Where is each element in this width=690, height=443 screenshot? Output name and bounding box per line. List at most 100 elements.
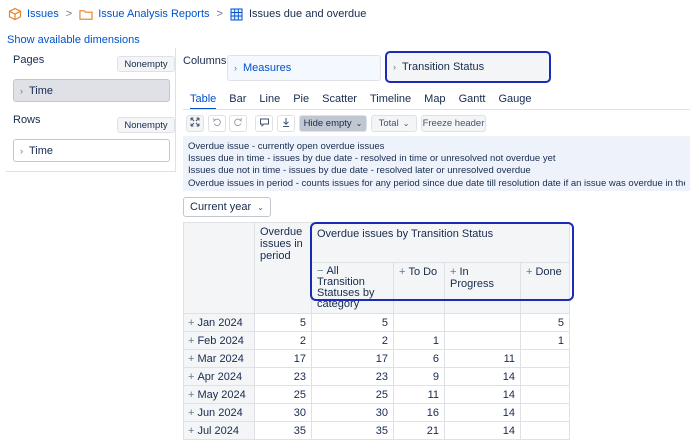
hide-empty-label: Hide empty [303, 118, 352, 129]
chevron-down-icon: ⌄ [402, 119, 410, 128]
row-header[interactable]: + Jul 2024 [183, 421, 255, 440]
pages-time-label: Time [29, 84, 54, 97]
row-label: Mar 2024 [197, 352, 244, 365]
total-label: Total [378, 118, 399, 129]
pages-nonempty-button[interactable]: Nonempty [117, 56, 175, 72]
breadcrumb-reports-link[interactable]: Issue Analysis Reports [98, 8, 209, 20]
rows-time-dimension[interactable]: › Time [13, 139, 170, 162]
row-label: May 2024 [197, 388, 246, 401]
table-row: + May 2024 25 25 11 14 [183, 385, 570, 404]
cell-todo: 11 [393, 385, 445, 404]
cell-inprogress: 14 [444, 385, 521, 404]
expand-plus-icon[interactable]: + [188, 317, 194, 329]
table-grid-icon [230, 7, 244, 21]
measures-label: Measures [243, 62, 292, 74]
transition-status-highlight [310, 222, 574, 301]
cell-all: 30 [311, 403, 394, 422]
cell-todo: 21 [393, 421, 445, 440]
breadcrumb: Issues > Issue Analysis Reports > Issues… [8, 6, 366, 22]
row-header[interactable]: + May 2024 [183, 385, 255, 404]
row-label: Jan 2024 [197, 316, 243, 329]
table-row: + Mar 2024 17 17 6 11 [183, 349, 570, 368]
cell-inprogress [444, 331, 521, 350]
cell-inprogress: 11 [444, 349, 521, 368]
chevron-right-icon: › [234, 63, 237, 73]
row-header[interactable]: + Jan 2024 [183, 313, 255, 332]
layout-left-panel: Pages Nonempty › Time Rows Nonempty › Ti… [6, 48, 176, 172]
table-row: + Feb 2024 2 2 1 1 [183, 331, 570, 350]
cell-done [520, 385, 570, 404]
cell-done: 5 [520, 313, 570, 332]
description-line: Overdue issue - currently open overdue i… [188, 141, 385, 152]
cell-done [520, 349, 570, 368]
total-dropdown[interactable]: Total ⌄ [371, 115, 417, 132]
chevron-right-icon: › [20, 85, 23, 96]
description-line: Overdue issues in period - counts issues… [188, 177, 685, 189]
chevron-right-icon: › [393, 62, 396, 72]
breadcrumb-issues-link[interactable]: Issues [27, 8, 59, 20]
show-dimensions-link[interactable]: Show available dimensions [7, 34, 140, 46]
cell-period: 25 [254, 385, 312, 404]
tab-scatter[interactable]: Scatter [322, 93, 357, 110]
tab-line[interactable]: Line [259, 93, 280, 110]
cell-period: 30 [254, 403, 312, 422]
rows-time-label: Time [29, 144, 54, 157]
cell-period: 35 [254, 421, 312, 440]
cell-inprogress: 14 [444, 403, 521, 422]
row-header[interactable]: + Jun 2024 [183, 403, 255, 422]
columns-transition-status-dimension[interactable]: › Transition Status [385, 51, 551, 83]
table-row: + Apr 2024 23 23 9 14 [183, 367, 570, 386]
row-header[interactable]: + Mar 2024 [183, 349, 255, 368]
rows-nonempty-button[interactable]: Nonempty [117, 117, 175, 133]
comment-icon [259, 117, 270, 130]
columns-label: Columns [183, 55, 227, 67]
overdue-in-period-header[interactable]: Overdue issues in period [254, 222, 312, 314]
redo-icon [233, 117, 243, 130]
download-button[interactable] [277, 115, 295, 132]
columns-measures-dimension[interactable]: › Measures [227, 55, 381, 81]
row-header[interactable]: + Apr 2024 [183, 367, 255, 386]
tab-table[interactable]: Table [190, 93, 217, 110]
expand-plus-icon[interactable]: + [188, 353, 194, 365]
description-line: Issues due in time - issues by due date … [188, 153, 556, 165]
tab-map[interactable]: Map [424, 93, 445, 110]
chevron-right-icon: › [20, 145, 23, 156]
cube-icon [8, 7, 22, 21]
row-header-corner [183, 222, 255, 314]
breadcrumb-current: Issues due and overdue [248, 8, 367, 20]
cell-todo: 16 [393, 403, 445, 422]
cell-period: 2 [254, 331, 312, 350]
comment-button[interactable] [255, 115, 273, 132]
cell-period: 17 [254, 349, 312, 368]
cell-todo [393, 313, 445, 332]
expand-plus-icon[interactable]: + [188, 335, 194, 347]
tab-gauge[interactable]: Gauge [498, 93, 531, 110]
expand-plus-icon[interactable]: + [188, 389, 194, 401]
folder-icon [79, 7, 93, 21]
undo-button[interactable] [208, 115, 226, 132]
pages-label: Pages [13, 54, 45, 66]
hide-empty-dropdown[interactable]: Hide empty ⌄ [299, 115, 367, 132]
tab-timeline[interactable]: Timeline [370, 93, 411, 110]
redo-button[interactable] [229, 115, 247, 132]
expand-plus-icon[interactable]: + [188, 407, 194, 419]
cell-done [520, 403, 570, 422]
expand-plus-icon[interactable]: + [188, 371, 194, 383]
pages-time-dimension[interactable]: › Time [13, 79, 170, 102]
tab-gantt[interactable]: Gantt [459, 93, 486, 110]
table-row: + Jun 2024 30 30 16 14 [183, 403, 570, 422]
cell-done [520, 421, 570, 440]
tab-pie[interactable]: Pie [293, 93, 309, 110]
cell-todo: 9 [393, 367, 445, 386]
row-label: Jul 2024 [197, 424, 240, 437]
row-label: Apr 2024 [197, 370, 243, 383]
freeze-header-button[interactable]: Freeze header [421, 115, 486, 132]
cell-all: 5 [311, 313, 394, 332]
expand-icon [190, 117, 200, 130]
current-year-page-filter[interactable]: Current year ⌄ [183, 197, 271, 217]
tab-bar[interactable]: Bar [229, 93, 246, 110]
expand-plus-icon[interactable]: + [188, 425, 194, 437]
row-header[interactable]: + Feb 2024 [183, 331, 255, 350]
fullscreen-button[interactable] [186, 115, 204, 132]
cell-all: 25 [311, 385, 394, 404]
